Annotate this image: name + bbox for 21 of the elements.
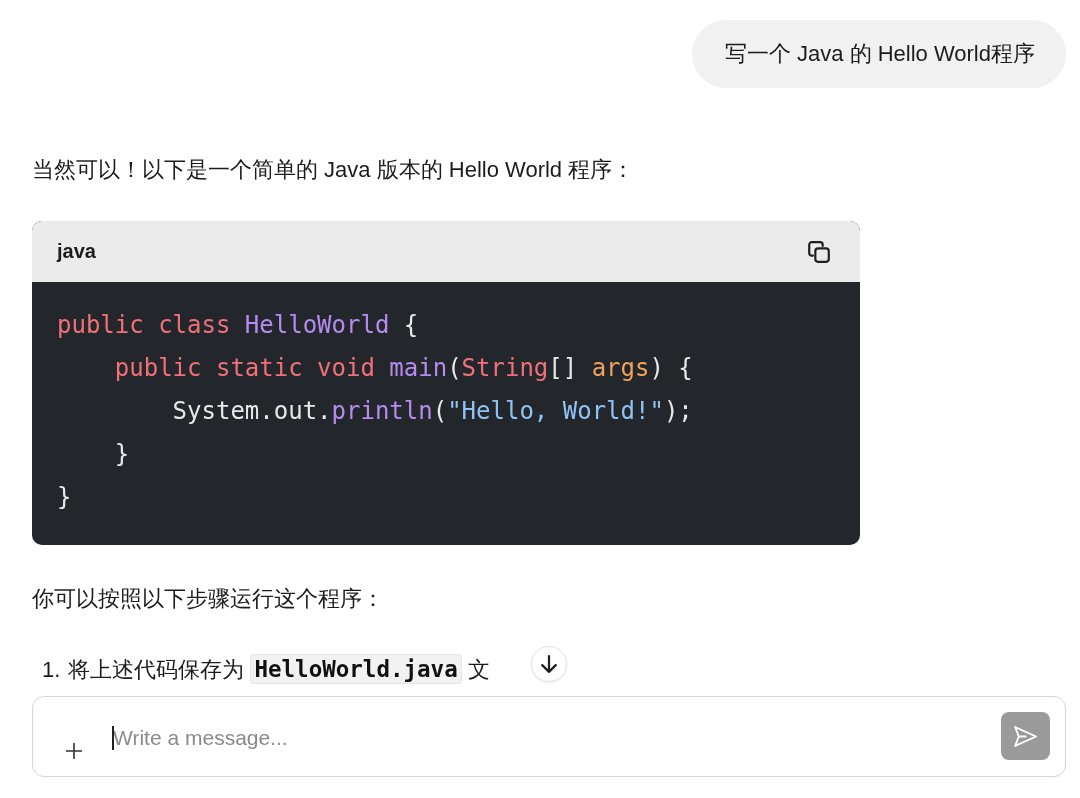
arrow-down-icon: [541, 655, 557, 673]
reply-text: 当然可以！以下是一个简单的 Java 版本的 Hello World 程序：: [32, 156, 635, 184]
send-icon: [1014, 725, 1037, 747]
code-line: System.out.println("Hello, World!");: [172, 396, 693, 427]
reply-text: 你可以按照以下步骤运行这个程序：: [32, 585, 384, 613]
code-line: }: [57, 482, 72, 513]
code-line: public class HelloWorld {: [57, 310, 419, 341]
add-button[interactable]: [66, 743, 82, 759]
message-input[interactable]: Write a message...: [112, 724, 991, 752]
list-item-text: 将上述代码保存为 HelloWorld.java 文: [68, 655, 490, 685]
list-number: 1.: [42, 657, 61, 683]
plus-icon: [66, 743, 82, 759]
code-line: public static void main(String[] args) {: [114, 353, 693, 384]
text-cursor-icon: [112, 726, 114, 750]
message-input-box[interactable]: Write a message...: [32, 696, 1066, 777]
copy-icon: [808, 240, 830, 263]
code-line: }: [114, 439, 130, 470]
copy-button[interactable]: [808, 240, 830, 263]
scroll-down-button[interactable]: [531, 646, 567, 682]
user-message-bubble: 写一个 Java 的 Hello World程序: [691, 20, 1066, 88]
code-language-label: java: [57, 240, 96, 263]
